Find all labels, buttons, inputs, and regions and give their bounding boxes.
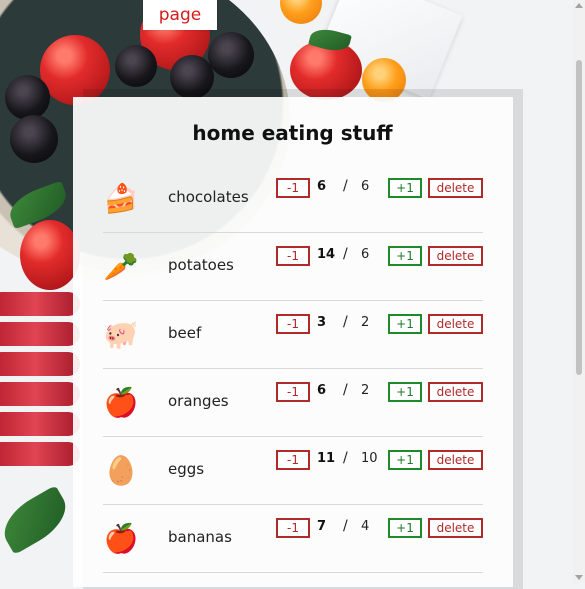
decrement-button[interactable]: -1 (276, 246, 310, 266)
separator: / (343, 518, 348, 534)
item-name: oranges (168, 392, 229, 410)
item-goal: 6 (361, 179, 370, 194)
delete-button[interactable]: delete (428, 450, 483, 470)
list-item: 🥕 potatoes -1 14 / 6 +1 delete (103, 234, 483, 301)
rhubarb-stalk (0, 322, 80, 346)
decrement-button[interactable]: -1 (276, 518, 310, 538)
item-goal: 2 (361, 315, 370, 330)
orange-fruit (280, 0, 322, 24)
blackberry (5, 75, 50, 120)
item-goal: 4 (361, 519, 370, 534)
separator: / (343, 178, 348, 194)
separator: / (343, 450, 348, 466)
list-item: 🍰 chocolates -1 6 / 6 +1 delete (103, 166, 483, 233)
rhubarb-stalk (0, 352, 80, 376)
rhubarb-stalk (0, 412, 80, 436)
cake-icon: 🍰 (103, 181, 139, 215)
item-list: 🍰 chocolates -1 6 / 6 +1 delete 🥕 potato… (103, 166, 483, 573)
strawberry (20, 220, 80, 290)
item-count: 14 (317, 247, 336, 262)
rhubarb-stalk (0, 292, 80, 316)
list-item: 🐖 beef -1 3 / 2 +1 delete (103, 302, 483, 369)
increment-button[interactable]: +1 (388, 246, 422, 266)
decrement-button[interactable]: -1 (276, 314, 310, 334)
blackberry (115, 45, 157, 87)
decrement-button[interactable]: -1 (276, 450, 310, 470)
blackberry (208, 32, 254, 78)
increment-button[interactable]: +1 (388, 178, 422, 198)
rhubarb-stalk (0, 442, 80, 466)
increment-button[interactable]: +1 (388, 518, 422, 538)
scroll-up-arrow-icon[interactable] (575, 3, 583, 8)
delete-button[interactable]: delete (428, 382, 483, 402)
separator: / (343, 246, 348, 262)
item-name: beef (168, 324, 202, 342)
delete-button[interactable]: delete (428, 314, 483, 334)
rhubarb-stalk (0, 382, 80, 406)
decrement-button[interactable]: -1 (276, 178, 310, 198)
scrollbar-thumb[interactable] (576, 60, 582, 375)
item-count: 6 (317, 383, 327, 398)
item-goal: 10 (361, 451, 378, 466)
item-name: eggs (168, 460, 205, 478)
apple-icon: 🍎 (103, 521, 139, 555)
page-tab-label: page (158, 5, 202, 25)
apple-icon: 🍎 (103, 385, 139, 419)
page-title: home eating stuff (192, 121, 393, 145)
item-count: 7 (317, 519, 327, 534)
list-item: 🍎 bananas -1 7 / 4 +1 delete (103, 506, 483, 573)
item-count: 6 (317, 179, 327, 194)
delete-button[interactable]: delete (428, 246, 483, 266)
increment-button[interactable]: +1 (388, 450, 422, 470)
separator: / (343, 382, 348, 398)
leaf (0, 485, 76, 555)
delete-button[interactable]: delete (428, 178, 483, 198)
item-count: 11 (317, 451, 336, 466)
separator: / (343, 314, 348, 330)
carrot-icon: 🥕 (103, 249, 139, 283)
item-count: 3 (317, 315, 327, 330)
list-item: 🍎 oranges -1 6 / 2 +1 delete (103, 370, 483, 437)
decrement-button[interactable]: -1 (276, 382, 310, 402)
page-tab[interactable]: page (143, 0, 217, 30)
item-goal: 6 (361, 247, 370, 262)
egg-icon: 🥚 (103, 453, 139, 487)
delete-button[interactable]: delete (428, 518, 483, 538)
pig-icon: 🐖 (103, 317, 139, 351)
item-goal: 2 (361, 383, 370, 398)
vertical-scrollbar[interactable] (573, 0, 585, 583)
item-name: bananas (168, 528, 232, 546)
item-name: chocolates (168, 188, 249, 206)
increment-button[interactable]: +1 (388, 314, 422, 334)
increment-button[interactable]: +1 (388, 382, 422, 402)
item-name: potatoes (168, 256, 234, 274)
list-item: 🥚 eggs -1 11 / 10 +1 delete (103, 438, 483, 505)
scroll-down-arrow-icon[interactable] (575, 575, 583, 580)
